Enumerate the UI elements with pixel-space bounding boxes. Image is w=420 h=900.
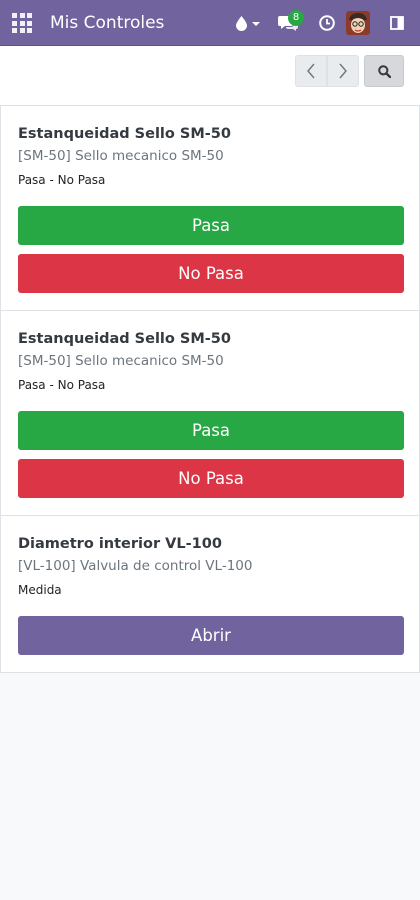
chevron-right-icon: [339, 63, 347, 79]
check-type: Pasa - No Pasa: [18, 173, 106, 187]
side-panel-toggle[interactable]: [384, 0, 410, 46]
previous-button[interactable]: [295, 55, 327, 87]
quality-check-card: Diametro interior VL-100 [VL-100] Valvul…: [0, 516, 420, 673]
app-title[interactable]: Mis Controles: [50, 12, 164, 34]
chevron-left-icon: [307, 63, 315, 79]
apps-menu-icon[interactable]: [12, 13, 32, 33]
control-toolbar: [0, 46, 420, 106]
activity-dropdown[interactable]: [230, 0, 266, 46]
check-title: Diametro interior VL-100: [18, 536, 222, 552]
check-title: Estanqueidad Sello SM-50: [18, 331, 231, 347]
chevron-down-icon: [252, 22, 260, 26]
check-product: [SM-50] Sello mecanico SM-50: [18, 353, 224, 369]
search-icon: [377, 64, 391, 78]
fail-button[interactable]: No Pasa: [18, 459, 404, 498]
check-type: Pasa - No Pasa: [18, 378, 106, 392]
check-product: [VL-100] Valvula de control VL-100: [18, 558, 253, 574]
water-drop-icon: [236, 15, 247, 31]
search-button[interactable]: [364, 55, 404, 87]
check-product: [SM-50] Sello mecanico SM-50: [18, 148, 224, 164]
messages-badge: 8: [288, 10, 304, 26]
fail-button[interactable]: No Pasa: [18, 254, 404, 293]
side-panel-icon: [390, 16, 404, 30]
next-button[interactable]: [327, 55, 359, 87]
clock-icon: [319, 15, 335, 31]
quality-check-card: Estanqueidad Sello SM-50 [SM-50] Sello m…: [0, 311, 420, 516]
avatar[interactable]: [346, 11, 370, 35]
top-navbar: Mis Controles 8: [0, 0, 420, 46]
activities-button[interactable]: [312, 0, 342, 46]
check-type: Medida: [18, 583, 62, 597]
quality-check-card: Estanqueidad Sello SM-50 [SM-50] Sello m…: [0, 106, 420, 311]
open-button[interactable]: Abrir: [18, 616, 404, 655]
pass-button[interactable]: Pasa: [18, 206, 404, 245]
check-title: Estanqueidad Sello SM-50: [18, 126, 231, 142]
pass-button[interactable]: Pasa: [18, 411, 404, 450]
